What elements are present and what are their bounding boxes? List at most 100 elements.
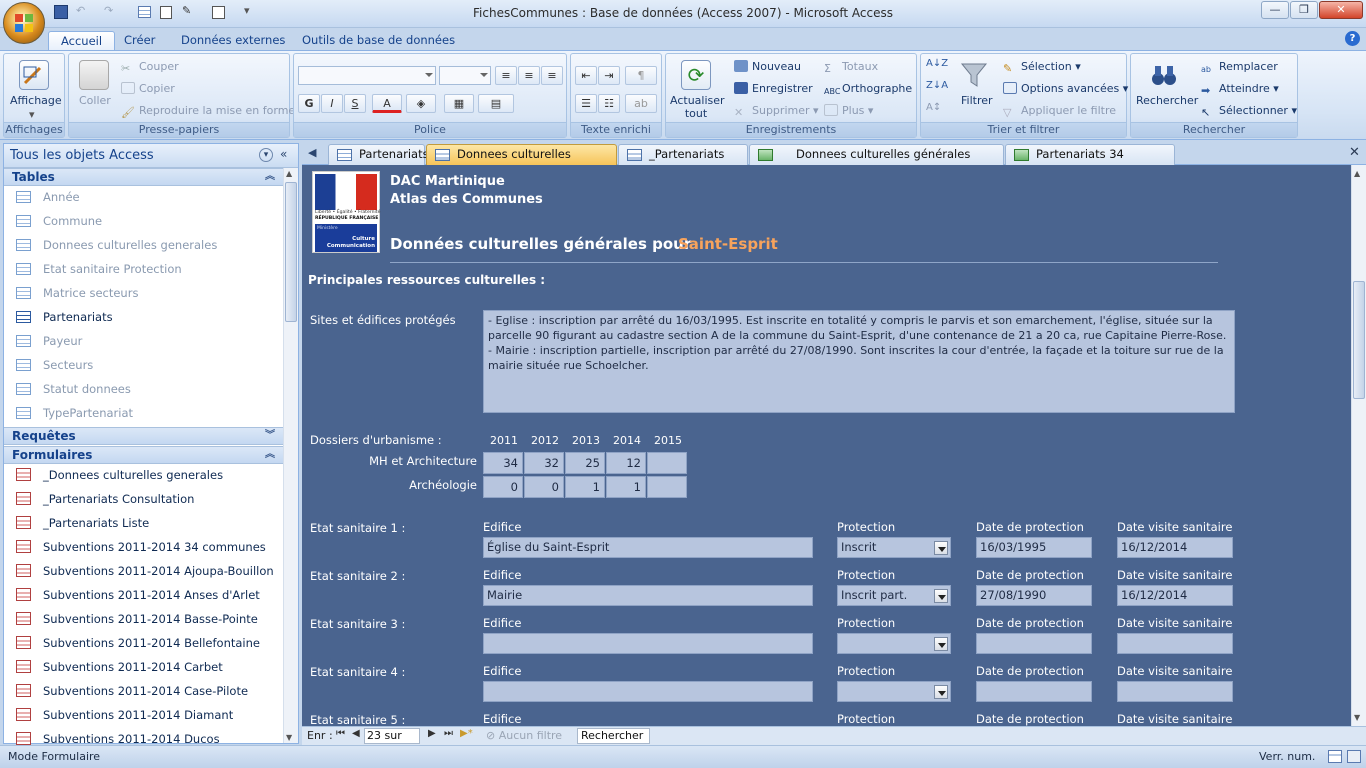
etat-field-date-visite[interactable]: 16/12/2014: [1117, 585, 1233, 606]
supprimer-button[interactable]: ✕ Supprimer ▾: [734, 104, 819, 119]
navpane-scroll-thumb[interactable]: [285, 182, 297, 322]
font-size-select[interactable]: [439, 66, 491, 85]
actualiser-button[interactable]: Actualiser tout: [670, 94, 725, 120]
dossier-cell[interactable]: 1: [565, 476, 605, 498]
form-item[interactable]: Subventions 2011-2014 Diamant: [16, 704, 281, 726]
design-view-icon[interactable]: [1347, 750, 1361, 763]
protection-combo[interactable]: [837, 681, 951, 702]
align-left-button[interactable]: ≡: [495, 66, 517, 85]
etat-field-edifice[interactable]: Mairie: [483, 585, 813, 606]
etat-field-edifice[interactable]: Église du Saint-Esprit: [483, 537, 813, 558]
increase-indent-button[interactable]: ⇥: [598, 66, 620, 85]
form-item[interactable]: Subventions 2011-2014 Bellefontaine: [16, 632, 281, 654]
table-item[interactable]: Payeur: [16, 330, 281, 352]
section-requetes[interactable]: Requêtes ︾: [4, 427, 283, 445]
save-icon[interactable]: [54, 5, 68, 19]
etat-field-date-protection[interactable]: 27/08/1990: [976, 585, 1092, 606]
form-item[interactable]: _Partenariats Consultation: [16, 488, 281, 510]
underline-button[interactable]: S: [344, 94, 366, 113]
navpane-scrollbar[interactable]: ▲ ▼: [283, 168, 298, 743]
qat-customize-icon[interactable]: ▾: [244, 4, 250, 17]
clear-sort-icon[interactable]: A↕: [926, 102, 941, 113]
print-preview-icon[interactable]: [160, 6, 172, 19]
new-record-nav-icon[interactable]: ▶*: [460, 728, 473, 739]
remplacer-button[interactable]: ab Remplacer: [1201, 60, 1278, 77]
font-color-button[interactable]: A: [372, 94, 402, 113]
table-item[interactable]: Secteurs: [16, 354, 281, 376]
form-item[interactable]: Subventions 2011-2014 Carbet: [16, 656, 281, 678]
numbering-button[interactable]: ☰: [575, 94, 597, 113]
etat-field-date-visite[interactable]: [1117, 681, 1233, 702]
sort-ascending-icon[interactable]: A↓Z: [926, 58, 948, 69]
dossier-cell[interactable]: 34: [483, 452, 523, 474]
fill-color-button[interactable]: ◈: [406, 94, 436, 113]
dossier-cell[interactable]: [647, 452, 687, 474]
affichage-button[interactable]: Affichage: [10, 94, 62, 107]
table-item[interactable]: Partenariats: [16, 306, 281, 328]
form-item[interactable]: Subventions 2011-2014 Case-Pilote: [16, 680, 281, 702]
doctab-partenariats[interactable]: Partenariats: [328, 144, 429, 165]
etat-field-date-protection[interactable]: [976, 633, 1092, 654]
couper-button[interactable]: ✂ Couper: [121, 60, 179, 75]
copier-button[interactable]: Copier: [121, 82, 175, 95]
section-tables[interactable]: Tables ︽: [4, 168, 283, 186]
decrease-indent-button[interactable]: ⇤: [575, 66, 597, 85]
doctab-donnees-saint-pierre[interactable]: Donnees culturelles générales Saint-Pier…: [749, 144, 1004, 180]
enregistrer-button[interactable]: Enregistrer: [734, 82, 813, 95]
tab-creer[interactable]: Créer: [112, 31, 167, 50]
no-filter-indicator[interactable]: ⊘ Aucun filtre: [486, 729, 562, 742]
highlight-button[interactable]: ab: [625, 94, 657, 113]
scroll-down-icon[interactable]: ▼: [286, 733, 292, 742]
filtrer-button[interactable]: Filtrer: [961, 94, 993, 107]
office-button[interactable]: [3, 2, 45, 44]
alternate-fill-button[interactable]: ▤: [478, 94, 514, 113]
plus-button[interactable]: Plus ▾: [824, 104, 873, 117]
etat-field-date-visite[interactable]: [1117, 633, 1233, 654]
dossier-cell[interactable]: 0: [483, 476, 523, 498]
scroll-down-icon[interactable]: ▼: [1354, 713, 1360, 722]
align-right-button[interactable]: ≡: [541, 66, 563, 85]
etat-field-date-protection[interactable]: [976, 681, 1092, 702]
form-scroll-thumb[interactable]: [1353, 281, 1365, 399]
dropdown-arrow-icon[interactable]: [934, 637, 948, 651]
coller-button[interactable]: Coller: [79, 94, 111, 107]
table-item[interactable]: Année: [16, 186, 281, 208]
record-search-input[interactable]: Rechercher: [577, 728, 650, 744]
next-record-icon[interactable]: ▶: [428, 728, 436, 739]
scroll-up-icon[interactable]: ▲: [1354, 169, 1360, 178]
nouveau-button[interactable]: Nouveau: [734, 60, 801, 73]
form-item[interactable]: _Partenariats Liste: [16, 512, 281, 534]
etat-field-edifice[interactable]: [483, 633, 813, 654]
collapse-pane-icon[interactable]: «: [280, 147, 287, 161]
form-item[interactable]: Subventions 2011-2014 Anses d'Arlet: [16, 584, 281, 606]
redo-icon[interactable]: ↷: [104, 4, 113, 17]
navpane-header[interactable]: Tous les objets Access ▾ «: [4, 144, 298, 168]
table-item[interactable]: Statut donnees: [16, 378, 281, 400]
dropdown-arrow-icon[interactable]: [934, 685, 948, 699]
close-button[interactable]: ✕: [1319, 1, 1363, 19]
dossier-cell[interactable]: 32: [524, 452, 564, 474]
font-name-select[interactable]: [298, 66, 436, 85]
maximize-button[interactable]: ❐: [1290, 1, 1318, 19]
record-position-input[interactable]: 23 sur 34: [364, 728, 420, 756]
doctab-partenariats-34[interactable]: Partenariats 34 communes: [1005, 144, 1175, 180]
doctab-donnees-culturelles[interactable]: Donnees culturelles générales: [426, 144, 617, 180]
atteindre-button[interactable]: ➡ Atteindre ▾: [1201, 82, 1279, 97]
minimize-button[interactable]: —: [1261, 1, 1289, 19]
orthographe-button[interactable]: ABC Orthographe: [824, 82, 912, 99]
datasheet-icon[interactable]: [138, 6, 151, 18]
undo-icon[interactable]: ↶: [76, 4, 85, 17]
rechercher-button[interactable]: Rechercher: [1136, 94, 1198, 107]
tab-outils-bdd[interactable]: Outils de base de données: [290, 31, 467, 50]
paragraph-button[interactable]: ¶: [625, 66, 657, 85]
table-item[interactable]: Matrice secteurs: [16, 282, 281, 304]
appliquer-filtre-button[interactable]: ▽ Appliquer le filtre: [1003, 104, 1116, 119]
dossier-cell[interactable]: 1: [606, 476, 646, 498]
tab-scroll-left-icon[interactable]: ◀: [308, 146, 316, 159]
etat-field-date-protection[interactable]: 16/03/1995: [976, 537, 1092, 558]
doctab-partenariats-liste[interactable]: _Partenariats Liste: [618, 144, 748, 180]
form-item[interactable]: Subventions 2011-2014 Basse-Pointe: [16, 608, 281, 630]
etat-field-date-visite[interactable]: 16/12/2014: [1117, 537, 1233, 558]
reproduire-button[interactable]: 🖌 Reproduire la mise en forme: [121, 104, 295, 119]
selection-button[interactable]: ✎ Sélection ▾: [1003, 60, 1081, 75]
